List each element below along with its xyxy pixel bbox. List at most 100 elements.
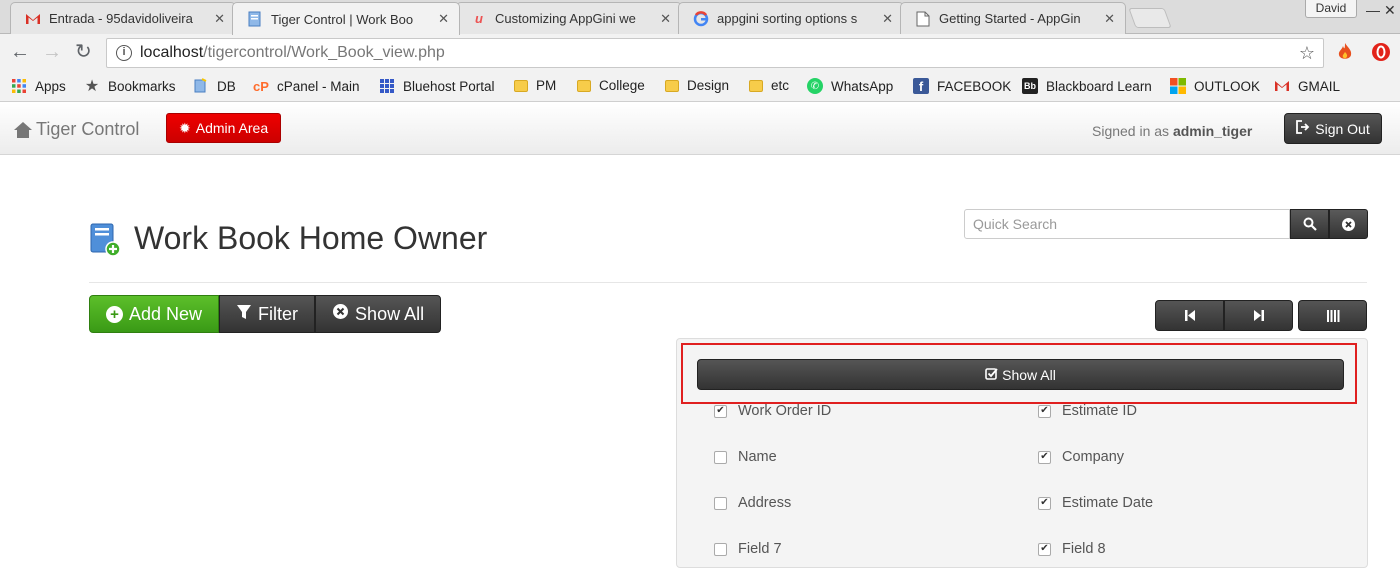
browser-toolbar: ← → ↻ i localhost/tigercontrol/Work_Book… xyxy=(0,34,1400,72)
address-bar[interactable]: i localhost/tigercontrol/Work_Book_view.… xyxy=(106,38,1324,68)
new-tab-button[interactable] xyxy=(1128,8,1172,28)
bookmark-gmail[interactable]: GMAIL xyxy=(1274,78,1340,94)
close-icon[interactable]: ✕ xyxy=(1104,11,1115,27)
previous-page-button[interactable] xyxy=(1155,300,1224,331)
search-button[interactable] xyxy=(1290,209,1329,239)
check-square-icon xyxy=(985,367,998,383)
columns-icon xyxy=(1326,309,1339,322)
quick-search-input[interactable] xyxy=(964,209,1290,239)
outlook-icon xyxy=(1170,78,1186,94)
column-option-company[interactable]: ✔ Company xyxy=(1038,449,1124,465)
checkbox-unchecked[interactable] xyxy=(714,450,727,464)
bookmark-folder-etc[interactable]: etc xyxy=(749,78,789,93)
reload-icon[interactable]: ↻ xyxy=(75,42,92,62)
browser-tab[interactable]: u Customizing AppGini we ✕ xyxy=(456,2,682,34)
gmail-icon xyxy=(25,11,41,27)
action-button-group: + Add New Filter Show All xyxy=(89,295,442,333)
step-backward-icon xyxy=(1184,310,1195,321)
checkbox-checked[interactable]: ✔ xyxy=(1038,404,1051,418)
page-title: Work Book Home Owner xyxy=(134,220,488,256)
browser-tab-active[interactable]: Tiger Control | Work Boo ✕ xyxy=(232,2,460,35)
clear-search-button[interactable] xyxy=(1329,209,1368,239)
column-option-estimate-id[interactable]: ✔ Estimate ID xyxy=(1038,403,1137,419)
sign-out-button[interactable]: Sign Out xyxy=(1284,113,1382,144)
bookmark-blackboard[interactable]: Bb Blackboard Learn xyxy=(1022,78,1152,94)
filter-button[interactable]: Filter xyxy=(219,295,316,333)
checkbox-unchecked[interactable] xyxy=(714,542,727,556)
url-host: localhost xyxy=(140,44,204,61)
folder-icon xyxy=(749,79,763,92)
step-forward-icon xyxy=(1253,310,1264,321)
remove-circle-icon xyxy=(332,303,349,325)
close-icon[interactable]: ✕ xyxy=(882,11,893,27)
back-arrow-icon[interactable]: ← xyxy=(10,42,30,62)
gmail-icon xyxy=(1274,78,1290,94)
folder-icon xyxy=(665,79,679,92)
bookmark-cpanel[interactable]: cP cPanel - Main xyxy=(253,78,360,94)
bookmark-facebook[interactable]: f FACEBOOK xyxy=(913,78,1011,94)
checkbox-unchecked[interactable] xyxy=(714,496,727,510)
checkbox-checked[interactable]: ✔ xyxy=(1038,542,1051,556)
checkbox-checked[interactable]: ✔ xyxy=(1038,496,1051,510)
facebook-icon: f xyxy=(913,78,929,94)
bookmark-bookmarks[interactable]: ★ Bookmarks xyxy=(84,78,176,95)
show-all-button[interactable]: Show All xyxy=(315,295,442,333)
bookmarks-bar: Apps ★ Bookmarks DB cP cPanel - Main Blu… xyxy=(0,72,1400,102)
fire-extension-icon[interactable] xyxy=(1336,42,1354,60)
browser-tab[interactable]: Getting Started - AppGin ✕ xyxy=(900,2,1126,34)
bookmark-apps[interactable]: Apps xyxy=(11,78,66,94)
bookmark-folder-design[interactable]: Design xyxy=(665,78,729,93)
bookmark-db[interactable]: DB xyxy=(193,78,236,94)
column-option-estimate-date[interactable]: ✔ Estimate Date xyxy=(1038,495,1153,511)
bookmark-outlook[interactable]: OUTLOOK xyxy=(1170,78,1260,94)
admin-area-button[interactable]: ✹ Admin Area xyxy=(166,113,282,143)
whatsapp-icon: ✆ xyxy=(807,78,823,94)
close-window-icon[interactable]: ✕ xyxy=(1384,2,1396,19)
checkbox-checked[interactable]: ✔ xyxy=(1038,450,1051,464)
column-option-address[interactable]: Address xyxy=(714,495,791,511)
cpanel-icon: cP xyxy=(253,78,269,94)
bookmark-folder-pm[interactable]: PM xyxy=(514,78,556,93)
bookmark-folder-college[interactable]: College xyxy=(577,78,645,93)
username: admin_tiger xyxy=(1172,123,1253,139)
document-icon xyxy=(915,11,931,27)
pagination-group xyxy=(1155,300,1293,331)
bookmark-bluehost[interactable]: Bluehost Portal xyxy=(379,78,495,94)
bookmark-whatsapp[interactable]: ✆ WhatsApp xyxy=(807,78,893,94)
column-option-work-order-id[interactable]: ✔ Work Order ID xyxy=(714,403,831,419)
url-path: /tigercontrol/Work_Book_view.php xyxy=(203,44,445,61)
home-icon xyxy=(14,121,32,138)
add-new-button[interactable]: + Add New xyxy=(89,295,220,333)
appgini-page-icon xyxy=(247,11,263,27)
app-navbar: Tiger Control ✹ Admin Area Signed in as … xyxy=(0,103,1400,155)
profile-button[interactable]: David xyxy=(1305,0,1357,18)
show-all-columns-button[interactable]: Show All xyxy=(697,359,1344,390)
column-option-field-7[interactable]: Field 7 xyxy=(714,541,782,557)
header-divider xyxy=(89,282,1367,283)
close-icon[interactable]: ✕ xyxy=(214,11,225,27)
close-icon[interactable]: ✕ xyxy=(438,11,449,27)
minimize-icon[interactable]: — xyxy=(1366,2,1380,18)
udemy-icon: u xyxy=(475,11,483,26)
db-icon xyxy=(193,78,209,94)
folder-icon xyxy=(514,79,528,92)
info-icon[interactable]: i xyxy=(116,45,132,61)
forward-arrow-icon[interactable]: → xyxy=(42,42,62,62)
browser-tab[interactable]: appgini sorting options s ✕ xyxy=(678,2,904,34)
browser-tab[interactable]: Entrada - 95davidoliveira ✕ xyxy=(10,2,236,34)
google-icon xyxy=(693,10,709,27)
column-option-field-8[interactable]: ✔ Field 8 xyxy=(1038,541,1106,557)
opera-extension-icon[interactable] xyxy=(1372,43,1390,61)
close-icon[interactable]: ✕ xyxy=(660,11,671,27)
star-icon: ★ xyxy=(84,78,100,95)
browser-tab-strip: Entrada - 95davidoliveira ✕ Tiger Contro… xyxy=(0,0,1400,35)
folder-icon xyxy=(577,79,591,92)
brand-link[interactable]: Tiger Control xyxy=(14,119,139,140)
columns-toggle-button[interactable] xyxy=(1298,300,1367,331)
plus-circle-icon: + xyxy=(106,305,123,323)
column-option-name[interactable]: Name xyxy=(714,449,777,465)
next-page-button[interactable] xyxy=(1224,300,1293,331)
bookmark-star-icon[interactable]: ☆ xyxy=(1299,43,1315,64)
bluehost-icon xyxy=(379,78,395,94)
checkbox-checked[interactable]: ✔ xyxy=(714,404,727,418)
